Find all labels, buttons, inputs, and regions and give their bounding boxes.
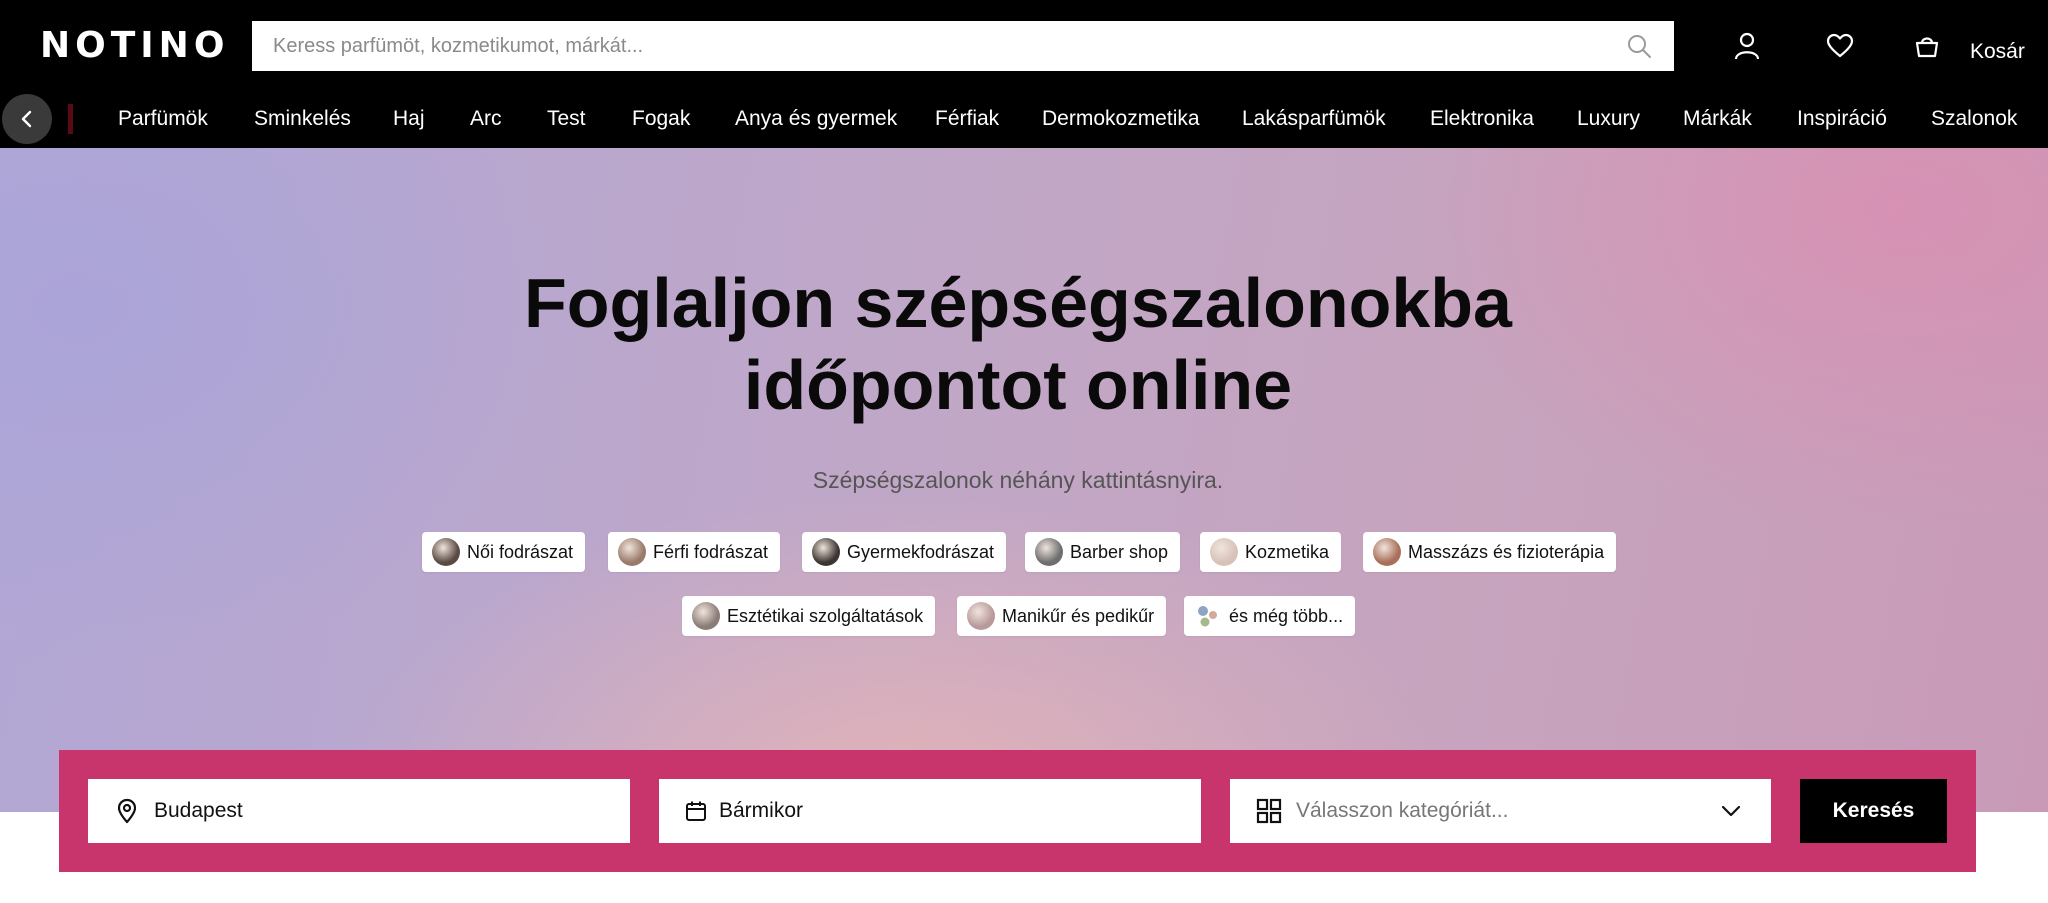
avatar bbox=[1373, 538, 1401, 566]
avatar bbox=[812, 538, 840, 566]
category-chip-esztetikai-szolgaltatasok[interactable]: Esztétikai szolgáltatások bbox=[682, 596, 936, 636]
category-chip-gyermekfodraszat[interactable]: Gyermekfodrászat bbox=[802, 532, 1007, 572]
notino-logo[interactable]: NOTINO bbox=[40, 26, 229, 66]
nav-item-elektronika[interactable]: Elektronika bbox=[1430, 106, 1534, 132]
hero-title-line-1: Foglaljon szépségszalonokba bbox=[524, 264, 1512, 342]
nav-item-sminkeles[interactable]: Sminkelés bbox=[254, 106, 351, 132]
category-chip-label: Manikűr és pedikűr bbox=[1002, 605, 1155, 626]
category-chip-label: Barber shop bbox=[1070, 541, 1169, 562]
search-icon[interactable] bbox=[1624, 31, 1654, 61]
nav-item-inspiracio[interactable]: Inspiráció bbox=[1797, 106, 1887, 132]
category-chip-manikur-pedikur[interactable]: Manikűr és pedikűr bbox=[957, 596, 1167, 636]
search-input[interactable] bbox=[273, 34, 1624, 58]
category-chip-label: Gyermekfodrászat bbox=[847, 541, 995, 562]
category-placeholder: Válasszon kategóriát... bbox=[1296, 799, 1509, 822]
nav-item-test[interactable]: Test bbox=[547, 106, 586, 132]
location-value: Budapest bbox=[154, 799, 243, 822]
nav-item-luxury[interactable]: Luxury bbox=[1577, 106, 1640, 132]
nav-item-anya-es-gyermek[interactable]: Anya és gyermek bbox=[735, 106, 897, 132]
nav-item-dermokozmetika[interactable]: Dermokozmetika bbox=[1042, 106, 1200, 132]
category-chip-ferfi-fodraszat[interactable]: Férfi fodrászat bbox=[608, 532, 781, 572]
location-field[interactable]: Budapest bbox=[88, 779, 630, 843]
avatar bbox=[432, 538, 460, 566]
category-chip-more[interactable]: és még több... bbox=[1184, 596, 1356, 636]
date-value: Bármikor bbox=[719, 799, 804, 822]
avatar bbox=[967, 602, 995, 630]
category-chip-label: és még több... bbox=[1229, 605, 1344, 626]
category-select[interactable]: Válasszon kategóriát... bbox=[1230, 779, 1771, 843]
dots-cluster-icon bbox=[1194, 602, 1222, 630]
avatar bbox=[1210, 538, 1238, 566]
location-pin-icon bbox=[112, 796, 142, 826]
nav-item-arc[interactable]: Arc bbox=[470, 106, 502, 132]
chevron-left-icon bbox=[21, 110, 32, 128]
hero-subtitle: Szépségszalonok néhány kattintásnyira. bbox=[812, 467, 1224, 493]
chevron-down-icon bbox=[1719, 799, 1743, 829]
calendar-icon bbox=[681, 796, 711, 826]
cart-label[interactable]: Kosár bbox=[1970, 40, 2025, 64]
nav-item-fogak[interactable]: Fogak bbox=[632, 106, 690, 132]
search-bar[interactable] bbox=[252, 21, 1674, 71]
category-chip-noi-fodraszat[interactable]: Női fodrászat bbox=[422, 532, 586, 572]
nav-item-ferfiak[interactable]: Férfiak bbox=[935, 106, 999, 132]
category-chip-barber-shop[interactable]: Barber shop bbox=[1025, 532, 1181, 572]
avatar bbox=[692, 602, 720, 630]
avatar bbox=[618, 538, 646, 566]
nav-scroll-left-button[interactable] bbox=[2, 94, 52, 144]
hero-title: Foglaljon szépségszalonokba időpontot on… bbox=[0, 262, 2036, 426]
top-header: NOTINO Kosár bbox=[0, 0, 2048, 92]
category-chip-label: Kozmetika bbox=[1245, 541, 1330, 562]
nav-item-lakasparfumok[interactable]: Lakásparfümök bbox=[1242, 106, 1386, 132]
nav-item-markak[interactable]: Márkák bbox=[1683, 106, 1752, 132]
nav-item-haj[interactable]: Haj bbox=[393, 106, 425, 132]
avatar bbox=[1035, 538, 1063, 566]
category-chip-masszazs[interactable]: Masszázs és fizioterápia bbox=[1363, 532, 1617, 572]
wishlist-heart-icon[interactable] bbox=[1820, 28, 1860, 64]
nav-item-szalonok[interactable]: Szalonok bbox=[1931, 106, 2017, 132]
cart-basket-icon[interactable] bbox=[1907, 28, 1947, 64]
account-icon[interactable] bbox=[1727, 28, 1767, 64]
grid-icon bbox=[1254, 796, 1284, 826]
nav-edge-marker bbox=[68, 104, 73, 134]
category-chip-label: Esztétikai szolgáltatások bbox=[727, 605, 924, 626]
category-chip-label: Női fodrászat bbox=[467, 541, 574, 562]
booking-search-button[interactable]: Keresés bbox=[1800, 779, 1947, 843]
category-chip-label: Férfi fodrászat bbox=[653, 541, 769, 562]
category-chip-kozmetika[interactable]: Kozmetika bbox=[1200, 532, 1342, 572]
nav-item-parfumok[interactable]: Parfümök bbox=[118, 106, 208, 132]
hero-title-line-2: időpontot online bbox=[743, 346, 1293, 424]
date-field[interactable]: Bármikor bbox=[659, 779, 1201, 843]
category-chip-label: Masszázs és fizioterápia bbox=[1408, 541, 1605, 562]
